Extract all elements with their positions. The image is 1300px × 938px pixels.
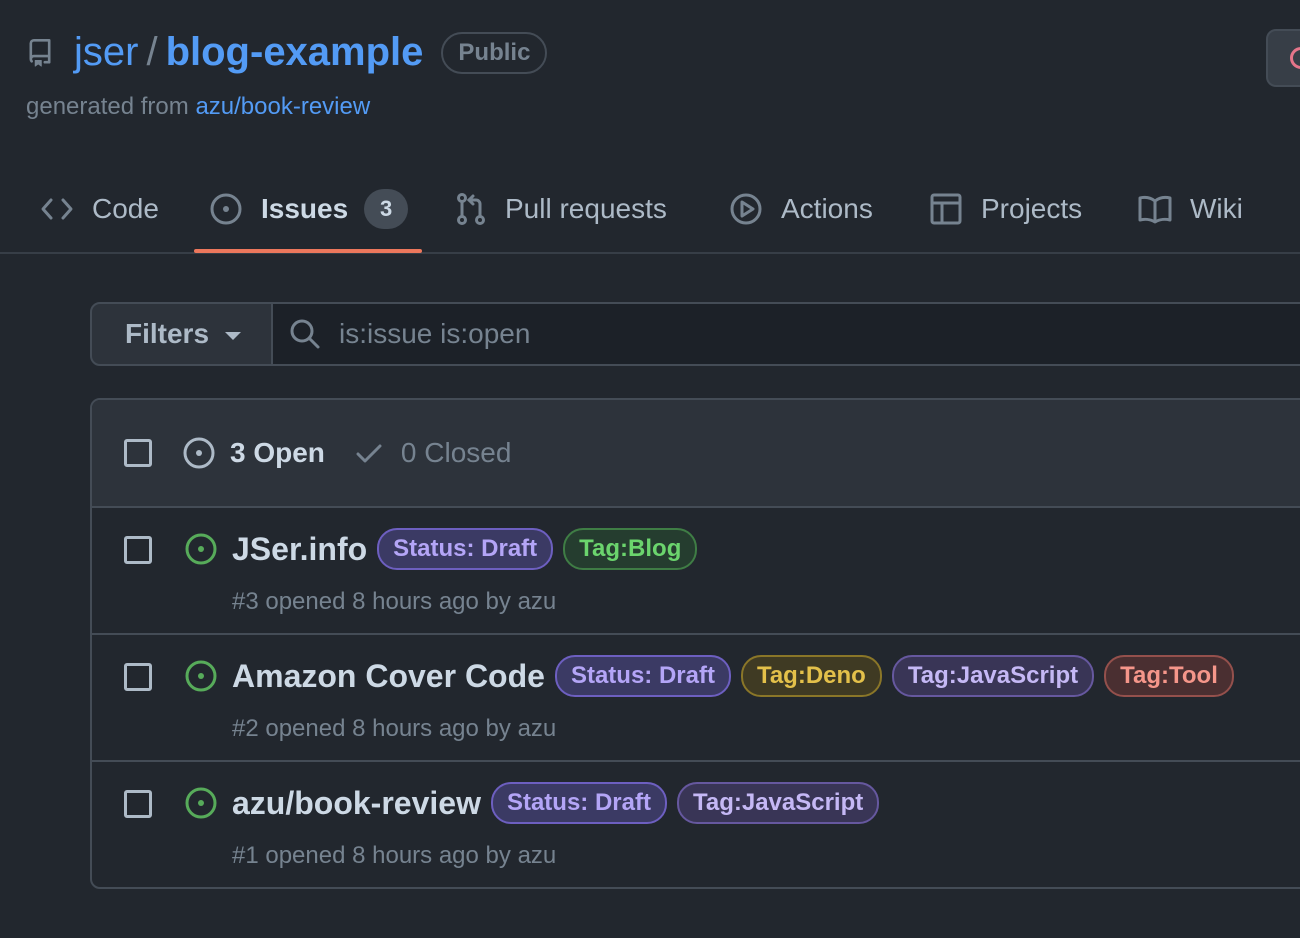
search-input[interactable] <box>339 318 1139 350</box>
generated-from-text: generated from azu/book-review <box>26 93 547 121</box>
tab-wiki[interactable]: Wiki <box>1138 165 1243 252</box>
issue-title-link[interactable]: azu/book-review <box>232 785 481 822</box>
tab-issues[interactable]: Issues 3 <box>194 165 422 253</box>
issue-label[interactable]: Status: Draft <box>554 655 731 697</box>
git-pull-request-icon <box>457 192 485 225</box>
visibility-badge: Public <box>441 31 548 74</box>
issue-open-icon <box>185 533 217 565</box>
heart-icon <box>1290 47 1300 69</box>
issue-state-toggle: 3 Open 0 Closed <box>182 436 511 470</box>
play-icon <box>730 193 762 224</box>
book-icon <box>1138 195 1172 223</box>
issue-opened-icon <box>183 437 215 469</box>
open-issues-link[interactable]: 3 Open <box>230 437 325 469</box>
repo-name-link[interactable]: blog-example <box>166 30 424 75</box>
tab-label: Issues <box>261 192 349 224</box>
issue-row: JSer.info Status: Draft Tag:Blog #3 open… <box>92 508 1300 635</box>
repo-owner-link[interactable]: jser <box>74 30 138 75</box>
repo-title-row: jser / blog-example Public <box>26 30 548 75</box>
issue-checkbox[interactable] <box>124 663 152 691</box>
caret-down-icon <box>225 332 242 340</box>
issue-checkbox[interactable] <box>124 536 152 564</box>
issue-row: Amazon Cover Code Status: Draft Tag:Deno… <box>92 635 1300 762</box>
search-icon <box>290 319 320 349</box>
tab-label: Actions <box>781 192 873 224</box>
closed-issues-link[interactable]: 0 Closed <box>401 437 512 469</box>
issue-meta: #1 opened 8 hours ago by azu <box>232 842 557 869</box>
issues-counter: 3 <box>364 188 409 229</box>
issue-title-link[interactable]: Amazon Cover Code <box>232 658 545 695</box>
tab-pull-requests[interactable]: Pull requests <box>455 165 667 252</box>
repo-path-separator: / <box>146 30 158 74</box>
issue-meta: #3 opened 8 hours ago by azu <box>232 588 557 615</box>
tab-label: Wiki <box>1190 192 1243 224</box>
issues-list-header: 3 Open 0 Closed <box>92 400 1300 508</box>
issue-label[interactable]: Status: Draft <box>490 782 667 824</box>
issue-label[interactable]: Tag:Deno <box>740 655 882 697</box>
select-all-checkbox[interactable] <box>124 439 152 467</box>
sponsor-button[interactable] <box>1266 29 1300 87</box>
issue-row: azu/book-review Status: Draft Tag:JavaSc… <box>92 762 1300 887</box>
issue-meta: #2 opened 8 hours ago by azu <box>232 715 557 742</box>
table-icon <box>930 193 962 224</box>
selected-tab-underline <box>194 249 422 253</box>
issue-open-icon <box>185 787 217 819</box>
issue-checkbox[interactable] <box>124 790 152 818</box>
issue-title-line: azu/book-review Status: Draft Tag:JavaSc… <box>232 782 889 824</box>
generated-from-prefix: generated from <box>26 93 189 120</box>
issue-search <box>273 302 1300 366</box>
filters-label: Filters <box>125 318 210 349</box>
code-icon <box>41 198 73 219</box>
template-source-link[interactable]: azu/book-review <box>195 93 370 120</box>
issue-label[interactable]: Tag:JavaScript <box>676 782 880 824</box>
filter-bar: Filters <box>90 302 1300 366</box>
check-icon <box>356 444 382 463</box>
issue-label[interactable]: Tag:Blog <box>563 528 698 570</box>
repo-nav: Code Issues 3 Pull requests Actions Proj… <box>0 165 1300 254</box>
tab-code[interactable]: Code <box>40 165 159 252</box>
filters-button[interactable]: Filters <box>90 302 273 366</box>
tab-label: Code <box>92 192 159 224</box>
issue-label[interactable]: Status: Draft <box>377 528 554 570</box>
repo-header: jser / blog-example Public generated fro… <box>26 30 548 121</box>
issue-title-line: Amazon Cover Code Status: Draft Tag:Deno… <box>232 655 1244 697</box>
tab-label: Pull requests <box>505 192 667 224</box>
issue-title-link[interactable]: JSer.info <box>232 531 367 568</box>
repo-icon <box>26 36 56 70</box>
tab-label: Projects <box>981 192 1083 224</box>
issue-opened-icon <box>210 193 242 224</box>
issue-title-line: JSer.info Status: Draft Tag:Blog <box>232 528 707 570</box>
tab-actions[interactable]: Actions <box>729 165 873 252</box>
tab-projects[interactable]: Projects <box>929 165 1082 252</box>
issue-open-icon <box>185 660 217 692</box>
issue-label[interactable]: Tag:JavaScript <box>891 655 1095 697</box>
issues-list: 3 Open 0 Closed JSer.info Status: Draft … <box>90 398 1300 889</box>
issue-label[interactable]: Tag:Tool <box>1104 655 1234 697</box>
